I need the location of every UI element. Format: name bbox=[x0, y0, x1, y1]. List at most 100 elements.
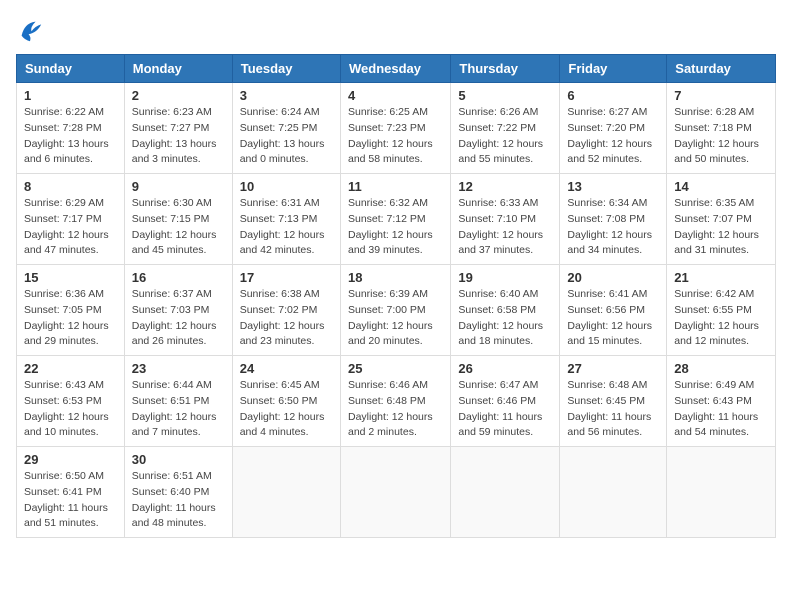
calendar-cell: 29Sunrise: 6:50 AMSunset: 6:41 PMDayligh… bbox=[17, 447, 125, 538]
calendar-cell: 27 Sunrise: 6:48 AMSunset: 6:45 PMDayligh… bbox=[560, 356, 667, 447]
day-number: 23 bbox=[132, 361, 225, 376]
day-number: 27 bbox=[567, 361, 659, 376]
day-info: Sunrise: 6:27 AMSunset: 7:20 PMDaylight:… bbox=[567, 105, 659, 168]
week-row-4: 22 Sunrise: 6:43 AMSunset: 6:53 PMDayligh… bbox=[17, 356, 776, 447]
day-number: 17 bbox=[240, 270, 333, 285]
day-info: Sunrise: 6:28 AMSunset: 7:18 PMDaylight:… bbox=[674, 105, 768, 168]
day-number: 11 bbox=[348, 179, 443, 194]
col-header-saturday: Saturday bbox=[667, 55, 776, 83]
day-number: 15 bbox=[24, 270, 117, 285]
day-info: Sunrise: 6:23 AMSunset: 7:27 PMDaylight:… bbox=[132, 105, 225, 168]
day-number: 1 bbox=[24, 88, 117, 103]
calendar-cell: 12Sunrise: 6:33 AMSunset: 7:10 PMDayligh… bbox=[451, 174, 560, 265]
calendar-cell: 2 Sunrise: 6:23 AMSunset: 7:27 PMDaylight… bbox=[124, 83, 232, 174]
day-number: 7 bbox=[674, 88, 768, 103]
calendar-cell: 9 Sunrise: 6:30 AMSunset: 7:15 PMDaylight… bbox=[124, 174, 232, 265]
week-row-1: 1 Sunrise: 6:22 AMSunset: 7:28 PMDaylight… bbox=[17, 83, 776, 174]
col-header-tuesday: Tuesday bbox=[232, 55, 340, 83]
day-number: 4 bbox=[348, 88, 443, 103]
calendar-cell: 30 Sunrise: 6:51 AMSunset: 6:40 PMDayligh… bbox=[124, 447, 232, 538]
calendar-cell: 15 Sunrise: 6:36 AMSunset: 7:05 PMDayligh… bbox=[17, 265, 125, 356]
day-info: Sunrise: 6:44 AMSunset: 6:51 PMDaylight:… bbox=[132, 378, 225, 441]
day-info: Sunrise: 6:22 AMSunset: 7:28 PMDaylight:… bbox=[24, 105, 117, 168]
day-info: Sunrise: 6:31 AMSunset: 7:13 PMDaylight:… bbox=[240, 196, 333, 259]
calendar-cell bbox=[451, 447, 560, 538]
day-number: 3 bbox=[240, 88, 333, 103]
day-info: Sunrise: 6:46 AMSunset: 6:48 PMDaylight:… bbox=[348, 378, 443, 441]
day-info: Sunrise: 6:32 AMSunset: 7:12 PMDaylight:… bbox=[348, 196, 443, 259]
day-number: 14 bbox=[674, 179, 768, 194]
day-info: Sunrise: 6:39 AMSunset: 7:00 PMDaylight:… bbox=[348, 287, 443, 350]
week-row-5: 29Sunrise: 6:50 AMSunset: 6:41 PMDayligh… bbox=[17, 447, 776, 538]
calendar-cell bbox=[340, 447, 450, 538]
day-info: Sunrise: 6:29 AMSunset: 7:17 PMDaylight:… bbox=[24, 196, 117, 259]
col-header-thursday: Thursday bbox=[451, 55, 560, 83]
week-row-3: 15 Sunrise: 6:36 AMSunset: 7:05 PMDayligh… bbox=[17, 265, 776, 356]
col-header-friday: Friday bbox=[560, 55, 667, 83]
day-number: 30 bbox=[132, 452, 225, 467]
day-number: 6 bbox=[567, 88, 659, 103]
day-info: Sunrise: 6:38 AMSunset: 7:02 PMDaylight:… bbox=[240, 287, 333, 350]
calendar-header-row: SundayMondayTuesdayWednesdayThursdayFrid… bbox=[17, 55, 776, 83]
calendar-cell: 22 Sunrise: 6:43 AMSunset: 6:53 PMDayligh… bbox=[17, 356, 125, 447]
day-number: 2 bbox=[132, 88, 225, 103]
calendar-cell: 26Sunrise: 6:47 AMSunset: 6:46 PMDayligh… bbox=[451, 356, 560, 447]
calendar-cell: 20 Sunrise: 6:41 AMSunset: 6:56 PMDayligh… bbox=[560, 265, 667, 356]
calendar-cell: 25 Sunrise: 6:46 AMSunset: 6:48 PMDayligh… bbox=[340, 356, 450, 447]
day-info: Sunrise: 6:41 AMSunset: 6:56 PMDaylight:… bbox=[567, 287, 659, 350]
day-number: 19 bbox=[458, 270, 552, 285]
day-info: Sunrise: 6:30 AMSunset: 7:15 PMDaylight:… bbox=[132, 196, 225, 259]
day-number: 22 bbox=[24, 361, 117, 376]
day-info: Sunrise: 6:45 AMSunset: 6:50 PMDaylight:… bbox=[240, 378, 333, 441]
day-number: 29 bbox=[24, 452, 117, 467]
day-info: Sunrise: 6:25 AMSunset: 7:23 PMDaylight:… bbox=[348, 105, 443, 168]
day-info: Sunrise: 6:24 AMSunset: 7:25 PMDaylight:… bbox=[240, 105, 333, 168]
day-info: Sunrise: 6:49 AMSunset: 6:43 PMDaylight:… bbox=[674, 378, 768, 441]
calendar-cell: 6 Sunrise: 6:27 AMSunset: 7:20 PMDaylight… bbox=[560, 83, 667, 174]
week-row-2: 8 Sunrise: 6:29 AMSunset: 7:17 PMDaylight… bbox=[17, 174, 776, 265]
calendar-cell: 5 Sunrise: 6:26 AMSunset: 7:22 PMDaylight… bbox=[451, 83, 560, 174]
day-number: 18 bbox=[348, 270, 443, 285]
day-number: 5 bbox=[458, 88, 552, 103]
day-number: 26 bbox=[458, 361, 552, 376]
calendar-cell: 28Sunrise: 6:49 AMSunset: 6:43 PMDayligh… bbox=[667, 356, 776, 447]
logo bbox=[16, 16, 48, 44]
logo-icon bbox=[16, 16, 44, 44]
day-number: 20 bbox=[567, 270, 659, 285]
calendar-cell: 19 Sunrise: 6:40 AMSunset: 6:58 PMDayligh… bbox=[451, 265, 560, 356]
day-number: 16 bbox=[132, 270, 225, 285]
day-info: Sunrise: 6:43 AMSunset: 6:53 PMDaylight:… bbox=[24, 378, 117, 441]
calendar-cell: 4 Sunrise: 6:25 AMSunset: 7:23 PMDaylight… bbox=[340, 83, 450, 174]
day-info: Sunrise: 6:51 AMSunset: 6:40 PMDaylight:… bbox=[132, 469, 225, 532]
day-info: Sunrise: 6:34 AMSunset: 7:08 PMDaylight:… bbox=[567, 196, 659, 259]
calendar-cell: 16Sunrise: 6:37 AMSunset: 7:03 PMDayligh… bbox=[124, 265, 232, 356]
day-info: Sunrise: 6:35 AMSunset: 7:07 PMDaylight:… bbox=[674, 196, 768, 259]
calendar-cell: 14 Sunrise: 6:35 AMSunset: 7:07 PMDayligh… bbox=[667, 174, 776, 265]
page-header bbox=[16, 16, 776, 44]
calendar-cell: 10 Sunrise: 6:31 AMSunset: 7:13 PMDayligh… bbox=[232, 174, 340, 265]
calendar-cell: 7 Sunrise: 6:28 AMSunset: 7:18 PMDaylight… bbox=[667, 83, 776, 174]
day-number: 25 bbox=[348, 361, 443, 376]
calendar-cell: 1 Sunrise: 6:22 AMSunset: 7:28 PMDaylight… bbox=[17, 83, 125, 174]
day-info: Sunrise: 6:26 AMSunset: 7:22 PMDaylight:… bbox=[458, 105, 552, 168]
day-number: 8 bbox=[24, 179, 117, 194]
day-info: Sunrise: 6:48 AMSunset: 6:45 PMDaylight:… bbox=[567, 378, 659, 441]
day-info: Sunrise: 6:40 AMSunset: 6:58 PMDaylight:… bbox=[458, 287, 552, 350]
calendar-table: SundayMondayTuesdayWednesdayThursdayFrid… bbox=[16, 54, 776, 538]
day-number: 13 bbox=[567, 179, 659, 194]
calendar-cell: 18 Sunrise: 6:39 AMSunset: 7:00 PMDayligh… bbox=[340, 265, 450, 356]
day-info: Sunrise: 6:33 AMSunset: 7:10 PMDaylight:… bbox=[458, 196, 552, 259]
calendar-cell: 21Sunrise: 6:42 AMSunset: 6:55 PMDayligh… bbox=[667, 265, 776, 356]
calendar-cell: 11 Sunrise: 6:32 AMSunset: 7:12 PMDayligh… bbox=[340, 174, 450, 265]
day-info: Sunrise: 6:42 AMSunset: 6:55 PMDaylight:… bbox=[674, 287, 768, 350]
col-header-sunday: Sunday bbox=[17, 55, 125, 83]
calendar-cell bbox=[560, 447, 667, 538]
day-number: 24 bbox=[240, 361, 333, 376]
col-header-monday: Monday bbox=[124, 55, 232, 83]
day-info: Sunrise: 6:36 AMSunset: 7:05 PMDaylight:… bbox=[24, 287, 117, 350]
col-header-wednesday: Wednesday bbox=[340, 55, 450, 83]
calendar-cell: 8 Sunrise: 6:29 AMSunset: 7:17 PMDaylight… bbox=[17, 174, 125, 265]
day-number: 10 bbox=[240, 179, 333, 194]
calendar-cell bbox=[232, 447, 340, 538]
day-number: 9 bbox=[132, 179, 225, 194]
